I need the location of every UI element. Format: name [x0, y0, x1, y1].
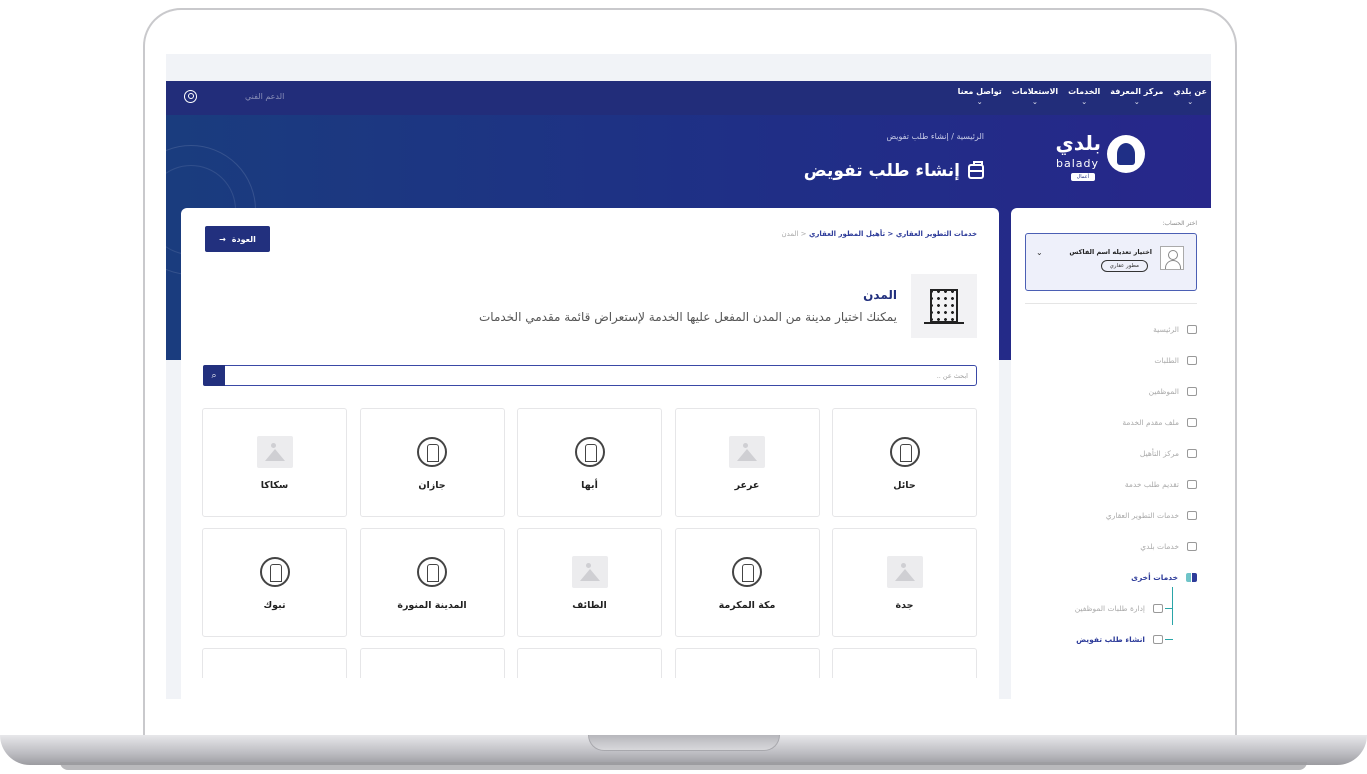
city-card[interactable] [517, 648, 662, 678]
city-landmark-icon [732, 557, 762, 587]
chevron-down-icon: ⌄ [1133, 98, 1140, 106]
breadcrumb[interactable]: الرئيسية / إنشاء طلب تفويض [886, 132, 984, 141]
crumb-cities: المدن [781, 230, 799, 238]
support-area: الدعم الفني [184, 90, 284, 103]
city-card-jeddah[interactable]: جدة [832, 528, 977, 637]
section-title: المدن [863, 288, 897, 302]
top-navigation: عن بلدي ⌄ مركز المعرفة ⌄ الخدمات ⌄ الاستعلا… [166, 81, 1211, 115]
image-placeholder-icon [256, 436, 293, 468]
image-placeholder-icon [571, 556, 608, 588]
logo-badge: أعمال [1070, 173, 1095, 181]
city-card-abha[interactable]: أبها [517, 408, 662, 517]
city-card[interactable] [674, 648, 820, 678]
sidebar-item-qualification[interactable]: مركز التأهيل [1025, 438, 1197, 469]
nav-item-contact[interactable]: تواصل معنا ⌄ [958, 87, 1002, 108]
sidebar-item-employees[interactable]: الموظفين [1025, 376, 1197, 407]
palm-logo-icon [1107, 135, 1145, 173]
employees-icon [1187, 387, 1197, 396]
city-landmark-icon [417, 437, 447, 467]
account-selector[interactable]: اختيار تعديله اسم الفاكس مطور عقاري ⌄ [1025, 233, 1197, 291]
chevron-down-icon: ⌄ [1187, 98, 1194, 106]
search-placeholder: ابحث عن .. [936, 371, 968, 380]
employees-icon [1153, 604, 1163, 613]
briefcase-icon [968, 160, 984, 179]
city-card-sakaka[interactable]: سكاكا [202, 408, 347, 517]
chevron-down-icon: ⌄ [1081, 98, 1088, 106]
image-placeholder-icon [729, 436, 765, 468]
sidebar-item-home[interactable]: الرئيسية [1025, 314, 1197, 345]
city-landmark-icon [259, 557, 290, 587]
sidebar-item-requests[interactable]: الطلبات [1025, 345, 1197, 376]
table-icon [1187, 449, 1197, 458]
content-breadcrumb: خدمات التطوير العقاري < تأهيل المطور الع… [781, 230, 977, 238]
account-label: اختر الحساب: [1162, 220, 1197, 227]
city-card-makkah[interactable]: مكة المكرمة [674, 528, 820, 637]
city-building-icon [911, 274, 977, 338]
city-card-arar[interactable]: عرعر [674, 408, 820, 517]
sidebar-subitem-employee-requests[interactable]: إدارة طلبات الموظفين [1025, 593, 1177, 624]
chevron-down-icon: ⌄ [976, 98, 983, 106]
city-card-jazan[interactable]: جازان [359, 408, 505, 517]
chevron-left-icon: < [885, 230, 894, 238]
grid-icon [1186, 573, 1197, 582]
divider [1025, 303, 1197, 304]
nav-item-services[interactable]: الخدمات ⌄ [1068, 87, 1100, 108]
section-header: المدن يمكنك اختيار مدينة من المدن المفعل… [479, 274, 977, 338]
sidebar: اختر الحساب: اختيار تعديله اسم الفاكس مط… [1011, 208, 1211, 699]
search-input[interactable]: ابحث عن .. ⌕ [203, 365, 977, 386]
avatar [1160, 246, 1184, 270]
home-icon [1187, 325, 1197, 334]
buildings-icon [1187, 511, 1197, 520]
laptop-shadow [60, 762, 1307, 770]
user-account-icon[interactable] [184, 90, 197, 103]
main-content: خدمات التطوير العقاري < تأهيل المطور الع… [181, 208, 999, 699]
screen-bezel [166, 699, 1211, 729]
sidebar-submenu: إدارة طلبات الموظفين انشاء طلب تفويض [1025, 587, 1177, 655]
city-landmark-icon [574, 437, 605, 467]
services-icon [1187, 542, 1197, 551]
briefcase-icon [1187, 418, 1197, 427]
city-card-taif[interactable]: الطائف [517, 528, 662, 637]
nav-item-about[interactable]: عن بلدي ⌄ [1173, 87, 1207, 108]
chevron-down-icon[interactable]: ⌄ [1036, 248, 1043, 257]
account-name: اختيار تعديله اسم الفاكس [1069, 248, 1152, 256]
exit-icon [1153, 635, 1163, 644]
browser-screen: عن بلدي ⌄ مركز المعرفة ⌄ الخدمات ⌄ الاستعلا… [166, 54, 1211, 699]
nav-item-knowledge[interactable]: مركز المعرفة ⌄ [1110, 87, 1163, 108]
support-link[interactable]: الدعم الفني [245, 92, 284, 101]
logo-word-en: balady [1055, 157, 1099, 170]
city-card-madinah[interactable]: المدينة المنورة [359, 528, 505, 637]
image-placeholder-icon [886, 556, 923, 588]
section-description: يمكنك اختيار مدينة من المدن المفعل عليها… [479, 310, 897, 324]
arrow-left-icon: → [219, 234, 226, 244]
city-card-tabuk[interactable]: تبوك [202, 528, 347, 637]
sidebar-subitem-create-delegation[interactable]: انشاء طلب تفويض [1025, 624, 1177, 655]
requests-icon [1187, 356, 1197, 365]
sidebar-item-realestate[interactable]: خدمات التطوير العقاري [1025, 500, 1197, 531]
chevron-left-icon: < [798, 230, 807, 238]
city-card-hail[interactable]: حائل [832, 408, 977, 517]
city-landmark-icon [417, 557, 447, 587]
cities-grid: حائل عرعر أبها جازان سكاكا جدة مكة المكر… [202, 408, 977, 678]
city-card[interactable] [359, 648, 505, 678]
city-landmark-icon [889, 437, 920, 467]
city-card[interactable] [832, 648, 977, 678]
page-title: إنشاء طلب تفويض [804, 160, 984, 181]
chevron-down-icon: ⌄ [1032, 98, 1038, 106]
sidebar-item-submit-request[interactable]: تقديم طلب خدمة [1025, 469, 1197, 500]
laptop-notch [588, 735, 780, 751]
crumb-realestate[interactable]: خدمات التطوير العقاري [896, 230, 977, 238]
back-button[interactable]: العودة → [205, 226, 270, 252]
logo-word-ar: بلدي [1055, 131, 1101, 155]
city-card[interactable] [202, 648, 347, 678]
submit-icon [1187, 480, 1197, 489]
sidebar-item-balady-services[interactable]: خدمات بلدي [1025, 531, 1197, 562]
crumb-qualification[interactable]: تأهيل المطور العقاري [809, 230, 885, 238]
nav-item-inquiries[interactable]: الاستعلامات ⌄ [1012, 87, 1058, 108]
sidebar-item-provider-profile[interactable]: ملف مقدم الخدمة [1025, 407, 1197, 438]
account-role-badge: مطور عقاري [1100, 260, 1148, 272]
sidebar-menu: الرئيسية الطلبات الموظفين ملف مقدم الخدم… [1025, 314, 1197, 593]
search-icon[interactable]: ⌕ [203, 365, 225, 386]
